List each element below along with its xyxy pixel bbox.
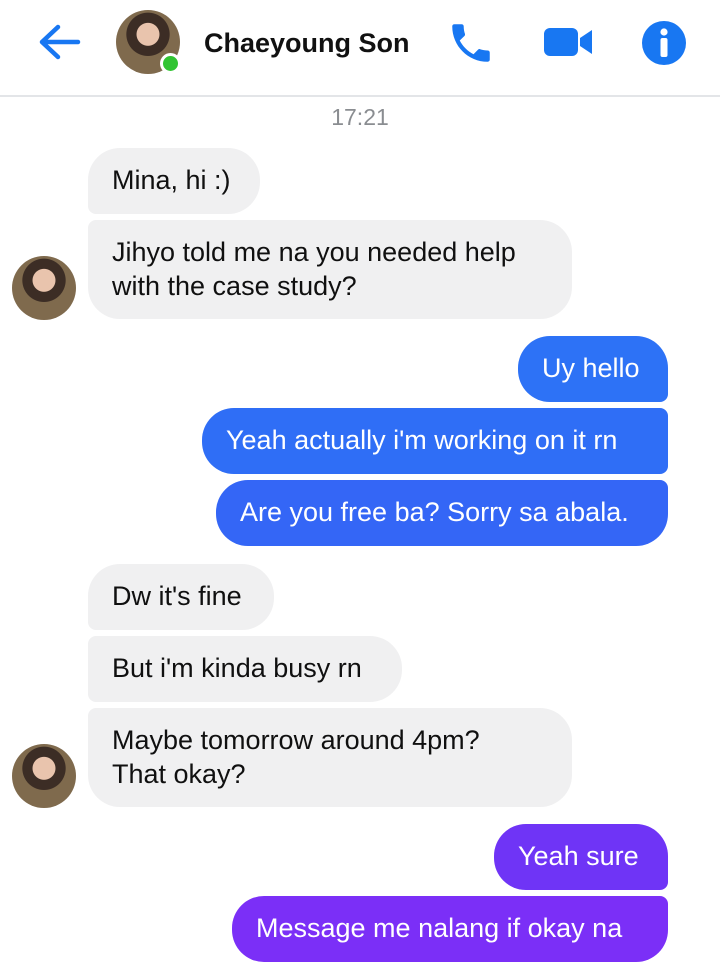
incoming-message[interactable]: Maybe tomorrow around 4pm? That okay? (88, 708, 572, 807)
outgoing-message[interactable]: Are you free ba? Sorry sa abala. (216, 480, 668, 546)
info-button[interactable] (640, 19, 688, 67)
message-text: Uy hello (542, 353, 640, 383)
outgoing-message[interactable]: Message me nalang if okay na (232, 896, 668, 962)
message-text: Jihyo told me na you needed help (112, 237, 516, 267)
contact-avatar-button[interactable] (116, 10, 181, 74)
incoming-message[interactable]: But i'm kinda busy rn (88, 636, 402, 702)
video-call-button[interactable] (542, 22, 596, 62)
message-timestamp: 17:21 (331, 104, 389, 130)
incoming-message[interactable]: Mina, hi :) (88, 148, 260, 214)
outgoing-message[interactable]: Uy hello (518, 336, 668, 402)
contact-name[interactable]: Chaeyoung Son (204, 28, 410, 59)
incoming-message[interactable]: Jihyo told me na you needed help with th… (88, 220, 572, 319)
message-text: Yeah actually i'm working on it rn (226, 425, 618, 455)
message-text: Maybe tomorrow around 4pm? (112, 725, 480, 755)
message-text: Yeah sure (518, 841, 639, 871)
message-text: Message me nalang if okay na (256, 913, 623, 943)
message-text: That okay? (112, 759, 246, 789)
conversation-header: Chaeyoung Son (0, 0, 720, 97)
message-text: Mina, hi :) (112, 165, 231, 195)
online-status-indicator (160, 53, 181, 74)
outgoing-message[interactable]: Yeah actually i'm working on it rn (202, 408, 668, 474)
arrow-left-icon (39, 24, 81, 60)
info-icon (642, 21, 686, 65)
message-text: Are you free ba? Sorry sa abala. (240, 497, 629, 527)
back-button[interactable] (36, 22, 84, 62)
message-text: with the case study? (112, 271, 357, 301)
phone-icon (452, 24, 490, 62)
call-button[interactable] (446, 18, 496, 68)
video-camera-icon (544, 28, 592, 56)
message-text: Dw it's fine (112, 581, 242, 611)
message-text: But i'm kinda busy rn (112, 653, 362, 683)
avatar[interactable] (12, 256, 76, 320)
avatar[interactable] (12, 744, 76, 808)
outgoing-message[interactable]: Yeah sure (494, 824, 668, 890)
incoming-message[interactable]: Dw it's fine (88, 564, 274, 630)
